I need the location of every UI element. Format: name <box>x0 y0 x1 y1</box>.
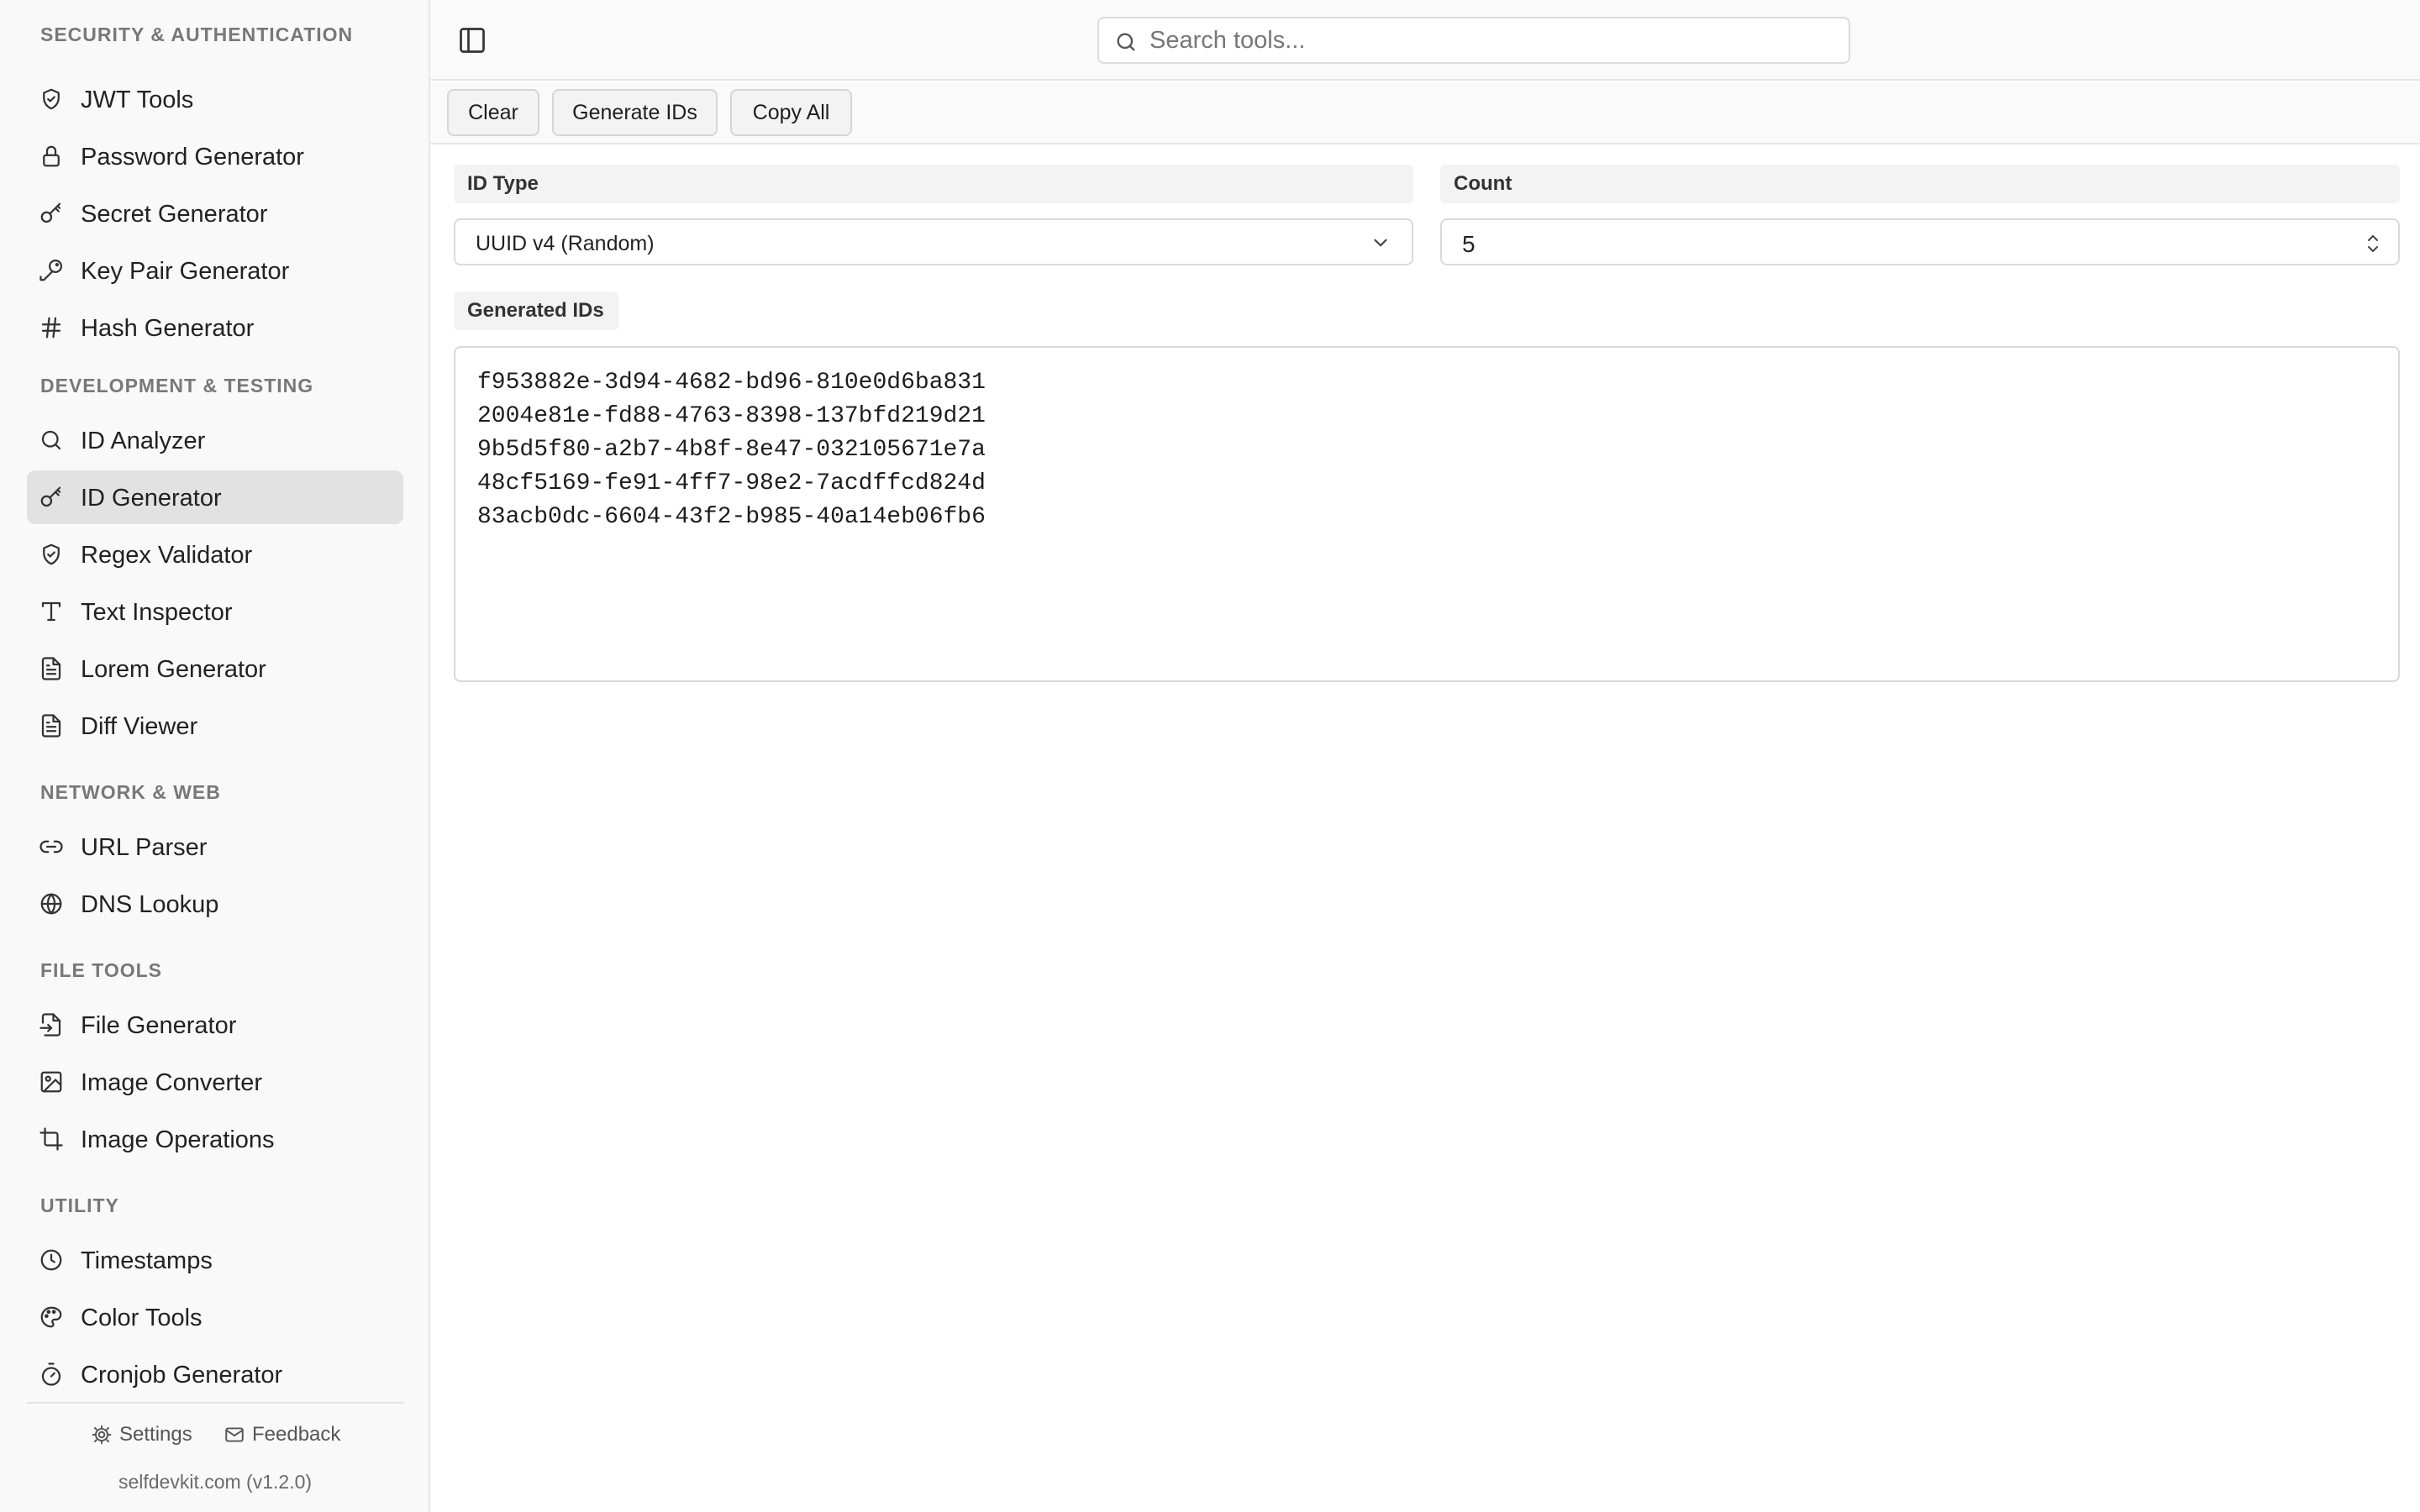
sidebar-item-label: Color Tools <box>81 1305 203 1331</box>
sidebar-item-label: ID Analyzer <box>81 428 206 454</box>
section-header-development-testing: DEVELOPMENT & TESTING <box>40 375 314 396</box>
shield-check-icon <box>39 87 64 112</box>
file-text-icon <box>39 713 64 738</box>
search-icon <box>1114 30 1138 54</box>
key-icon <box>39 201 64 226</box>
sidebar-item-cronjob-generator[interactable]: Cronjob Generator <box>27 1347 403 1401</box>
sidebar-item-label: Image Converter <box>81 1069 262 1096</box>
sidebar-item-password-generator[interactable]: Password Generator <box>27 129 403 183</box>
sidebar-item-label: File Generator <box>81 1012 237 1039</box>
sidebar-item-lorem-generator[interactable]: Lorem Generator <box>27 642 403 696</box>
file-text-icon <box>39 656 64 681</box>
copy-all-button[interactable]: Copy All <box>730 89 852 136</box>
section-header-security: SECURITY & AUTHENTICATION <box>40 24 354 45</box>
sidebar-item-label: Hash Generator <box>81 315 255 342</box>
clear-button[interactable]: Clear <box>447 89 539 136</box>
sidebar-item-url-parser[interactable]: URL Parser <box>27 820 403 874</box>
sidebar-item-label: ID Generator <box>81 485 222 512</box>
sidebar-item-id-generator[interactable]: ID Generator <box>27 470 403 524</box>
generated-id-line: 83acb0dc-6604-43f2-b985-40a14eb06fb6 <box>477 504 986 530</box>
section-header-file-tools: FILE TOOLS <box>40 959 163 981</box>
sidebar-toggle-button[interactable] <box>455 24 489 57</box>
count-input[interactable]: 5 <box>1440 218 2400 265</box>
generated-ids-output[interactable]: f953882e-3d94-4682-bd96-810e0d6ba831 2004… <box>454 346 2400 682</box>
sidebar-item-diff-viewer[interactable]: Diff Viewer <box>27 699 403 753</box>
generated-id-line: 2004e81e-fd88-4763-8398-137bfd219d21 <box>477 403 986 429</box>
toolbar: Clear Generate IDs Copy All <box>430 82 2420 144</box>
lock-icon <box>39 144 64 169</box>
count-label: Count <box>1440 165 2400 203</box>
sidebar-item-label: JWT Tools <box>81 87 194 113</box>
sidebar-item-label: Text Inspector <box>81 599 233 626</box>
panel-left-icon <box>460 28 485 53</box>
section-header-network-web: NETWORK & WEB <box>40 781 221 803</box>
id-type-label: ID Type <box>454 165 1413 203</box>
mail-icon <box>225 1427 244 1442</box>
sidebar-item-jwt-tools[interactable]: JWT Tools <box>27 72 403 126</box>
sidebar-item-color-tools[interactable]: Color Tools <box>27 1290 403 1344</box>
sidebar-item-label: DNS Lookup <box>81 891 219 918</box>
generate-ids-button[interactable]: Generate IDs <box>552 89 718 136</box>
key-round-icon <box>39 258 64 283</box>
search-icon <box>39 428 64 453</box>
key-icon <box>39 485 64 510</box>
stepper-icon[interactable] <box>2365 231 2381 256</box>
sidebar-item-file-generator[interactable]: File Generator <box>27 998 403 1052</box>
sidebar-footer: Settings Feedback selfdevkit.com (v1.2.0… <box>27 1402 403 1512</box>
type-icon <box>39 599 64 624</box>
sidebar-nav[interactable]: SECURITY & AUTHENTICATION JWT Tools Passwo… <box>0 0 429 1401</box>
link-icon <box>39 834 64 859</box>
file-input-icon <box>39 1012 64 1037</box>
settings-link[interactable]: Settings <box>91 1420 192 1449</box>
generated-id-line: 48cf5169-fe91-4ff7-98e2-7acdffcd824d <box>477 470 986 496</box>
sidebar-item-key-pair-generator[interactable]: Key Pair Generator <box>27 244 403 297</box>
shield-check-icon <box>39 542 64 567</box>
sidebar-item-label: Key Pair Generator <box>81 258 290 285</box>
sidebar-item-regex-validator[interactable]: Regex Validator <box>27 528 403 581</box>
sidebar-item-image-operations[interactable]: Image Operations <box>27 1112 403 1166</box>
sidebar-item-dns-lookup[interactable]: DNS Lookup <box>27 877 403 931</box>
sidebar-item-text-inspector[interactable]: Text Inspector <box>27 585 403 638</box>
sidebar-item-label: Lorem Generator <box>81 656 266 683</box>
id-type-select[interactable]: UUID v4 (Random) <box>454 218 1413 265</box>
sidebar-item-label: Diff Viewer <box>81 713 198 740</box>
clock-icon <box>39 1247 64 1273</box>
app-window: SECURITY & AUTHENTICATION JWT Tools Passwo… <box>0 0 2420 1512</box>
sidebar: SECURITY & AUTHENTICATION JWT Tools Passwo… <box>0 0 430 1512</box>
version-text: selfdevkit.com (v1.2.0) <box>118 1471 313 1493</box>
timer-icon <box>39 1362 64 1387</box>
generated-id-line: f953882e-3d94-4682-bd96-810e0d6ba831 <box>477 370 986 396</box>
generated-ids-label: Generated IDs <box>454 291 618 330</box>
sidebar-item-label: Regex Validator <box>81 542 253 569</box>
sidebar-item-label: Timestamps <box>81 1247 213 1274</box>
hash-icon <box>39 315 64 340</box>
sidebar-item-hash-generator[interactable]: Hash Generator <box>27 301 403 354</box>
image-icon <box>39 1069 64 1095</box>
gear-icon <box>92 1425 112 1445</box>
search-box[interactable] <box>1097 17 1850 64</box>
crop-icon <box>39 1126 64 1152</box>
sidebar-item-label: Password Generator <box>81 144 304 171</box>
sidebar-item-timestamps[interactable]: Timestamps <box>27 1233 403 1287</box>
generated-id-line: 9b5d5f80-a2b7-4b8f-8e47-032105671e7a <box>477 437 986 463</box>
sidebar-item-secret-generator[interactable]: Secret Generator <box>27 186 403 240</box>
palette-icon <box>39 1305 64 1330</box>
settings-label: Settings <box>119 1423 192 1446</box>
id-type-value: UUID v4 (Random) <box>476 232 655 255</box>
feedback-link[interactable]: Feedback <box>224 1420 340 1449</box>
sidebar-item-label: Cronjob Generator <box>81 1362 283 1389</box>
sidebar-item-image-converter[interactable]: Image Converter <box>27 1055 403 1109</box>
top-bar <box>430 0 2420 81</box>
sidebar-item-label: Secret Generator <box>81 201 268 228</box>
sidebar-item-label: URL Parser <box>81 834 208 861</box>
feedback-label: Feedback <box>252 1423 341 1446</box>
sidebar-item-label: Image Operations <box>81 1126 275 1153</box>
count-value: 5 <box>1462 231 1476 257</box>
chevron-down-icon <box>1370 232 1392 254</box>
search-input[interactable] <box>1150 18 1839 62</box>
section-header-utility: UTILITY <box>40 1194 119 1216</box>
sidebar-item-id-analyzer[interactable]: ID Analyzer <box>27 413 403 467</box>
globe-icon <box>39 891 64 916</box>
